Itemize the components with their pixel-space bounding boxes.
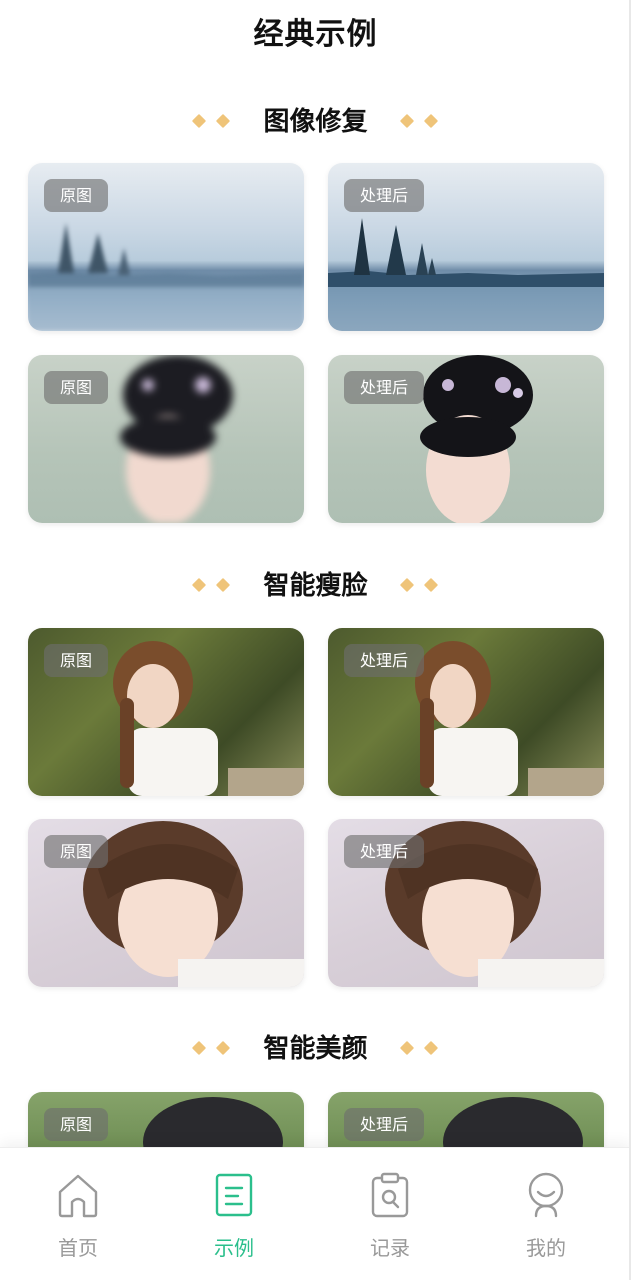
after-label: 处理后 xyxy=(344,371,425,404)
example-image-before[interactable]: 原图 xyxy=(28,163,304,331)
tab-label: 示例 xyxy=(214,1236,254,1260)
example-image-after[interactable]: 处理后 xyxy=(328,355,604,523)
example-image-after[interactable]: 处理后 xyxy=(328,628,604,796)
example-image-before[interactable]: 原图 xyxy=(28,628,304,796)
section-header-slim-face: 智能瘦脸 xyxy=(0,566,631,606)
before-label: 原图 xyxy=(44,835,109,868)
header: 经典示例 xyxy=(0,0,631,70)
diamond-decoration-left xyxy=(191,113,232,129)
section-title: 图像修复 xyxy=(263,107,368,137)
tab-label: 我的 xyxy=(526,1236,566,1260)
section-title: 智能美颜 xyxy=(263,1034,368,1064)
before-label: 原图 xyxy=(44,371,109,404)
after-label: 处理后 xyxy=(344,1108,425,1141)
home-icon xyxy=(58,1174,98,1218)
example-image-before[interactable]: 原图 xyxy=(28,819,304,987)
after-label: 处理后 xyxy=(344,644,425,677)
page-title: 经典示例 xyxy=(253,17,378,52)
diamond-decoration-right xyxy=(399,113,440,129)
example-image-after[interactable]: 处理后 xyxy=(328,163,604,331)
tab-home[interactable]: 首页 xyxy=(18,1148,138,1280)
example-image-after[interactable]: 处理后 xyxy=(328,819,604,987)
before-label: 原图 xyxy=(44,179,109,212)
tab-profile[interactable]: 我的 xyxy=(486,1148,606,1280)
section-title: 智能瘦脸 xyxy=(263,571,368,601)
tab-label: 记录 xyxy=(370,1236,410,1260)
tab-label: 首页 xyxy=(58,1236,98,1260)
diamond-decoration-left xyxy=(191,1040,232,1056)
example-image-before[interactable]: 原图 xyxy=(28,355,304,523)
section-header-restore: 图像修复 xyxy=(0,102,631,142)
clipboard-search-icon xyxy=(371,1172,409,1218)
after-label: 处理后 xyxy=(344,835,425,868)
before-label: 原图 xyxy=(44,644,109,677)
document-icon xyxy=(215,1173,253,1217)
user-icon xyxy=(528,1172,564,1218)
tab-records[interactable]: 记录 xyxy=(330,1148,450,1280)
after-label: 处理后 xyxy=(344,179,425,212)
before-label: 原图 xyxy=(44,1108,109,1141)
diamond-decoration-right xyxy=(399,577,440,593)
diamond-decoration-right xyxy=(399,1040,440,1056)
diamond-decoration-left xyxy=(191,577,232,593)
tab-examples[interactable]: 示例 xyxy=(174,1148,294,1280)
bottom-tab-bar: 首页 示例 记录 我的 xyxy=(0,1147,631,1280)
section-header-beauty: 智能美颜 xyxy=(0,1029,631,1069)
